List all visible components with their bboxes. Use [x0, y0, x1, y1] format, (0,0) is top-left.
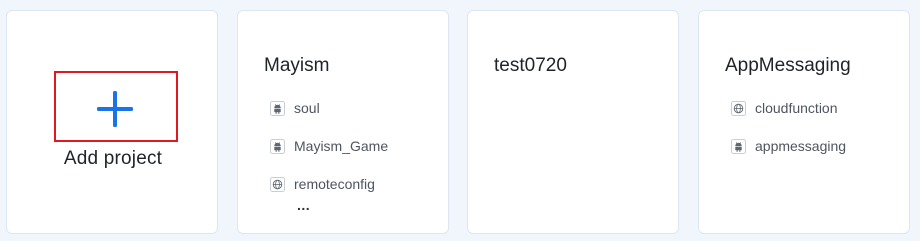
app-item-mayism-game[interactable]: Mayism_Game — [270, 137, 388, 175]
add-project-button[interactable] — [54, 71, 178, 142]
app-item-soul[interactable]: soul — [270, 99, 388, 137]
app-item-cloudfunction[interactable]: cloudfunction — [731, 99, 846, 137]
plus-icon[interactable] — [97, 91, 133, 127]
add-project-label: Add project — [63, 148, 163, 169]
app-item-remoteconfig[interactable]: remoteconfig — [270, 175, 388, 213]
app-list: soul Mayism_Game remoteconfig — [270, 99, 388, 213]
app-name: cloudfunction — [755, 100, 838, 116]
project-title: AppMessaging — [725, 55, 851, 76]
android-icon — [731, 139, 746, 154]
web-icon — [731, 101, 746, 116]
app-name: soul — [294, 100, 320, 116]
app-name: Mayism_Game — [294, 138, 389, 154]
android-icon — [270, 139, 285, 154]
app-name: remoteconfig — [294, 176, 375, 192]
add-project-card[interactable]: Add project — [6, 10, 218, 234]
app-name: appmessaging — [755, 138, 847, 154]
project-title: test0720 — [494, 55, 567, 76]
project-title: Mayism — [264, 55, 330, 76]
web-icon — [270, 177, 285, 192]
project-card-test0720[interactable]: test0720 — [467, 10, 679, 234]
android-icon — [270, 101, 285, 116]
project-card-appmessaging[interactable]: AppMessaging cloudfunction appmessaging — [698, 10, 910, 234]
project-card-mayism[interactable]: Mayism soul Mayism_Game remoteconfig ... — [237, 10, 449, 234]
app-list: cloudfunction appmessaging — [731, 99, 846, 175]
app-item-appmessaging[interactable]: appmessaging — [731, 137, 846, 175]
more-apps-indicator[interactable]: ... — [297, 198, 310, 212]
